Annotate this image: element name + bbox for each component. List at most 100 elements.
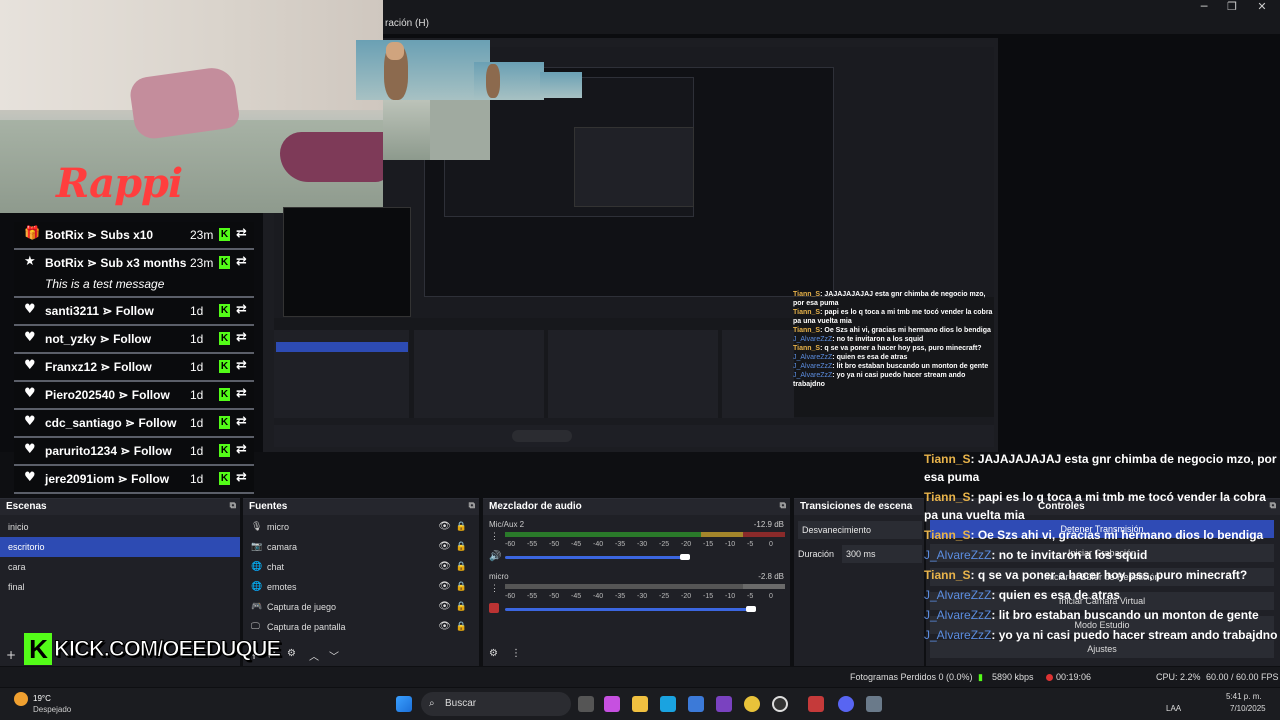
lock-icon[interactable]: 🔒 (456, 577, 467, 597)
source-item[interactable]: 📷 camara 👁 🔒 (243, 537, 479, 557)
replay-icon[interactable]: ⇄ (236, 386, 247, 401)
event-row: 🎁 BotRix ⋗ Subs x10 23m K ⇄ (14, 222, 254, 250)
transition-select[interactable]: Desvanecimiento (798, 521, 922, 539)
channel-name: Mic/Aux 2 (489, 520, 525, 529)
thumbnail-1 (356, 40, 490, 100)
maximize-icon[interactable]: ❐ (1216, 0, 1248, 14)
popout-icon[interactable]: ⧉ (230, 500, 236, 511)
arrow-down-icon[interactable]: ﹀ (329, 648, 339, 664)
mixer-settings-icon[interactable]: ⚙ (489, 648, 498, 664)
tick-label: -30 (637, 593, 648, 600)
tick-label: -40 (593, 541, 604, 548)
heart-icon: ♥ (24, 358, 36, 373)
arrow-up-icon[interactable]: ︿ (309, 648, 319, 664)
heart-icon: ♥ (24, 330, 36, 345)
store-icon[interactable] (688, 696, 704, 712)
file-explorer-icon[interactable] (632, 696, 648, 712)
discord-icon[interactable] (838, 696, 854, 712)
source-item[interactable]: 🎮 Captura de juego 👁 🔒 (243, 597, 479, 617)
channel-name: micro (489, 572, 509, 581)
copilot-icon[interactable] (604, 696, 620, 712)
dropped-frames: Fotogramas Perdidos 0 (0.0%) (850, 672, 973, 682)
scenes-title: Escenas (6, 501, 47, 512)
mic-icon: 🎙 (251, 522, 263, 532)
source-item[interactable]: 🌐 chat 👁 🔒 (243, 557, 479, 577)
settings-app-icon[interactable] (866, 696, 882, 712)
eye-icon[interactable]: 👁 (438, 597, 451, 617)
speaker-icon[interactable]: 🔊 (489, 551, 501, 562)
scene-item[interactable]: inicio (0, 517, 240, 537)
lock-icon[interactable]: 🔒 (456, 597, 467, 617)
scene-item[interactable]: cara (0, 557, 240, 577)
mute-icon[interactable] (489, 603, 499, 613)
clock-time[interactable]: 5:41 p. m. (1226, 692, 1262, 701)
eye-icon[interactable]: 👁 (438, 517, 451, 537)
event-row: ♥ cdc_santiago ⋗ Follow 1d K ⇄ (14, 410, 254, 438)
kick-icon: K (219, 256, 230, 269)
kebab-icon[interactable]: ⋮ (511, 648, 521, 664)
replay-icon[interactable]: ⇄ (236, 358, 247, 373)
chat-message: Tiann_S: q se va poner a hacer hoy pss, … (924, 568, 1248, 582)
scene-item[interactable]: final (0, 577, 240, 597)
lock-icon[interactable]: 🔒 (456, 617, 467, 637)
replay-icon[interactable]: ⇄ (236, 330, 247, 345)
chat-message: Tiann_S: papi es lo q toca a mi tmb me t… (924, 490, 1266, 522)
popout-icon[interactable]: ⧉ (780, 500, 786, 511)
gift-icon: 🎁 (24, 226, 41, 241)
weather-icon[interactable] (14, 692, 28, 706)
add-scene-button[interactable]: + (6, 648, 16, 664)
lock-icon[interactable]: 🔒 (456, 557, 467, 577)
tick-label: -35 (615, 541, 626, 548)
windows-start-icon[interactable] (396, 696, 412, 712)
volume-knob[interactable] (745, 606, 756, 612)
replay-icon[interactable]: ⇄ (236, 442, 247, 457)
chat-message: J_AlvareZzZ: lit bro estaban buscando un… (924, 608, 1259, 622)
eye-icon[interactable]: 👁 (438, 617, 451, 637)
task-view-icon[interactable] (578, 696, 594, 712)
weather-desc: Despejado (33, 705, 72, 714)
heart-icon: ♥ (24, 386, 36, 401)
replay-icon[interactable]: ⇄ (236, 254, 247, 269)
lock-icon[interactable]: 🔒 (456, 517, 467, 537)
replay-icon[interactable]: ⇄ (236, 470, 247, 485)
tick-label: -60 (505, 593, 516, 600)
eye-icon[interactable]: 👁 (438, 557, 451, 577)
event-row: ★ BotRix ⋗ Sub x3 months 23m K ⇄ This is… (14, 250, 254, 298)
eye-icon[interactable]: 👁 (438, 537, 451, 557)
language-indicator[interactable]: LAA (1166, 704, 1181, 713)
tick-label: -50 (549, 593, 560, 600)
app-icon-2[interactable] (808, 696, 824, 712)
webcam-feed: Rappi (0, 0, 383, 213)
transitions-dock: Transiciones de escena Desvanecimiento D… (794, 498, 924, 666)
kebab-icon[interactable]: ⋮ (490, 583, 499, 594)
kebab-icon[interactable]: ⋮ (490, 531, 499, 542)
popout-icon[interactable]: ⧉ (469, 500, 475, 511)
source-item[interactable]: 🎙 micro 👁 🔒 (243, 517, 479, 537)
close-icon[interactable]: ✕ (1246, 0, 1278, 14)
volume-knob[interactable] (679, 554, 690, 560)
app-icon[interactable] (716, 696, 732, 712)
chrome-icon[interactable] (744, 696, 760, 712)
signal-icon: ▮ (978, 672, 983, 682)
tick-label: -40 (593, 593, 604, 600)
menu-item-help[interactable]: ración (H) (385, 18, 429, 29)
obs-icon[interactable] (772, 696, 788, 712)
lock-icon[interactable]: 🔒 (456, 537, 467, 557)
scene-item[interactable]: escritorio (0, 537, 240, 557)
volume-slider[interactable] (505, 608, 751, 611)
duration-input[interactable]: 300 ms (842, 545, 922, 563)
clock-date[interactable]: 7/10/2025 (1230, 704, 1266, 713)
thumbnail-2 (474, 62, 544, 100)
replay-icon[interactable]: ⇄ (236, 226, 247, 241)
source-item[interactable]: 🌐 emotes 👁 🔒 (243, 577, 479, 597)
taskbar-search[interactable]: ⌕ Buscar (421, 692, 571, 716)
eye-icon[interactable]: 👁 (438, 577, 451, 597)
edge-icon[interactable] (660, 696, 676, 712)
chat-overlay: Tiann_S: JAJAJAJAJAJ esta gnr chimba de … (924, 450, 1280, 646)
tick-label: -45 (571, 541, 582, 548)
gear-icon[interactable]: ⚙ (287, 648, 296, 664)
kick-icon: K (219, 444, 230, 457)
volume-slider[interactable] (505, 556, 685, 559)
replay-icon[interactable]: ⇄ (236, 302, 247, 317)
replay-icon[interactable]: ⇄ (236, 414, 247, 429)
